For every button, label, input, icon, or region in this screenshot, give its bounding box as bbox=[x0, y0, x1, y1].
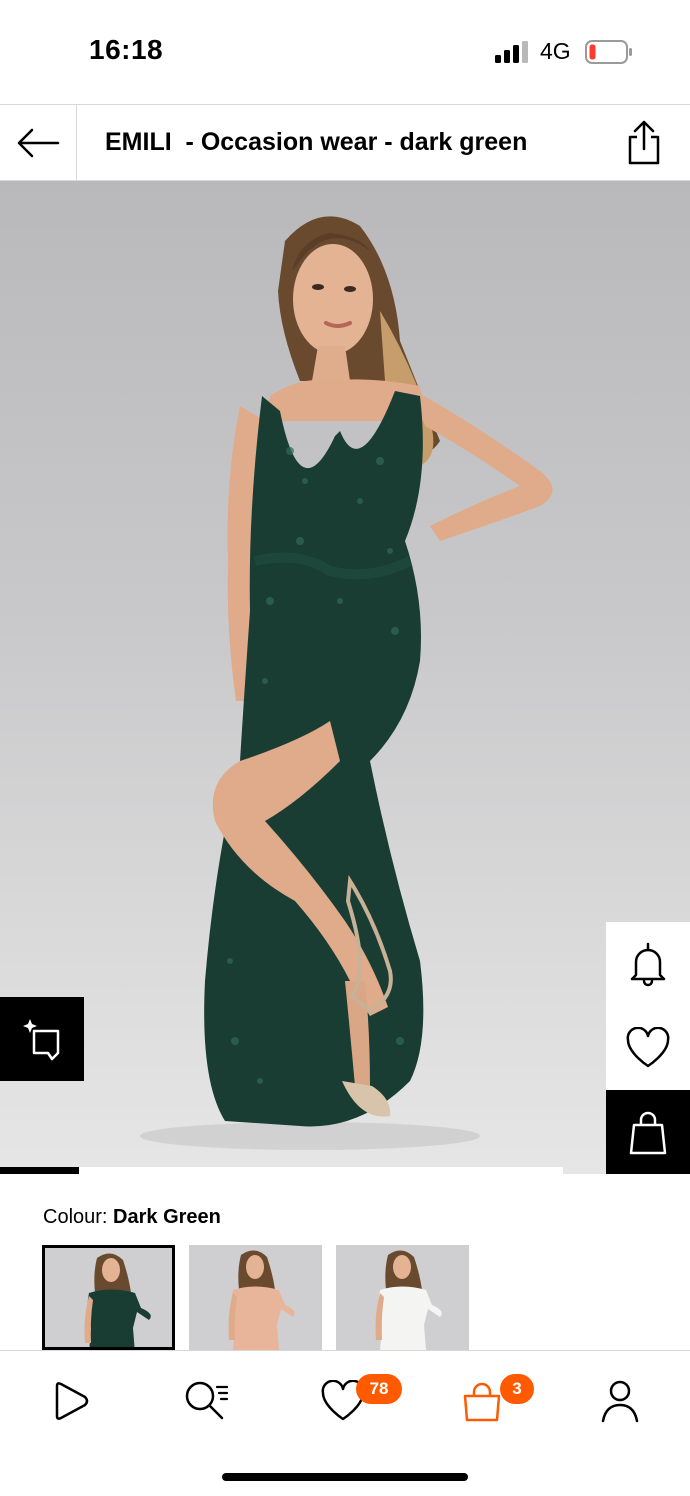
thumbnail-image bbox=[84, 1253, 151, 1347]
user-icon bbox=[601, 1380, 639, 1423]
wishlist-button[interactable] bbox=[606, 1006, 690, 1090]
nav-home[interactable] bbox=[40, 1373, 100, 1429]
status-time: 16:18 bbox=[89, 34, 164, 65]
product-image[interactable] bbox=[0, 181, 690, 1174]
visual-search-button[interactable] bbox=[0, 997, 84, 1081]
home-indicator bbox=[222, 1473, 468, 1481]
colour-value: Dark Green bbox=[113, 1206, 221, 1228]
bell-icon bbox=[630, 942, 666, 987]
gallery-progress-fill bbox=[0, 1167, 79, 1174]
thumbnail-image bbox=[375, 1250, 442, 1350]
status-bar: 16:18 4G bbox=[0, 0, 690, 104]
back-button[interactable] bbox=[0, 105, 77, 180]
thumbnail-image bbox=[228, 1250, 295, 1350]
play-logo-icon bbox=[55, 1382, 89, 1420]
wishlist-count-badge: 78 bbox=[356, 1374, 402, 1404]
back-arrow-icon bbox=[17, 128, 60, 157]
nav-search[interactable] bbox=[177, 1373, 237, 1429]
gallery-progress bbox=[0, 1167, 563, 1174]
sparkle-crop-icon bbox=[23, 1019, 60, 1061]
colour-selector: Colour: Dark Green bbox=[43, 1206, 221, 1229]
product-actions bbox=[606, 922, 690, 1174]
bag-count-badge: 3 bbox=[500, 1374, 534, 1404]
signal-icon bbox=[495, 41, 528, 63]
product-header: EMILI - Occasion wear - dark green bbox=[0, 104, 690, 181]
share-icon[interactable] bbox=[620, 119, 668, 167]
colour-thumbnail[interactable] bbox=[42, 1245, 175, 1350]
page-title: EMILI - Occasion wear - dark green bbox=[105, 128, 528, 156]
add-to-bag-button[interactable] bbox=[606, 1090, 690, 1174]
battery-icon bbox=[585, 40, 632, 64]
network-type: 4G bbox=[540, 38, 571, 64]
colour-label: Colour: bbox=[43, 1206, 108, 1228]
heart-icon bbox=[626, 1027, 670, 1068]
notify-button[interactable] bbox=[606, 922, 690, 1006]
bag-icon bbox=[463, 1382, 501, 1422]
bag-icon bbox=[629, 1111, 667, 1155]
colour-thumbnails bbox=[42, 1245, 469, 1350]
colour-thumbnail[interactable] bbox=[189, 1245, 322, 1350]
model-in-dress-image bbox=[140, 216, 553, 1150]
nav-account[interactable] bbox=[590, 1373, 650, 1429]
search-icon bbox=[185, 1381, 229, 1420]
colour-thumbnail[interactable] bbox=[336, 1245, 469, 1350]
